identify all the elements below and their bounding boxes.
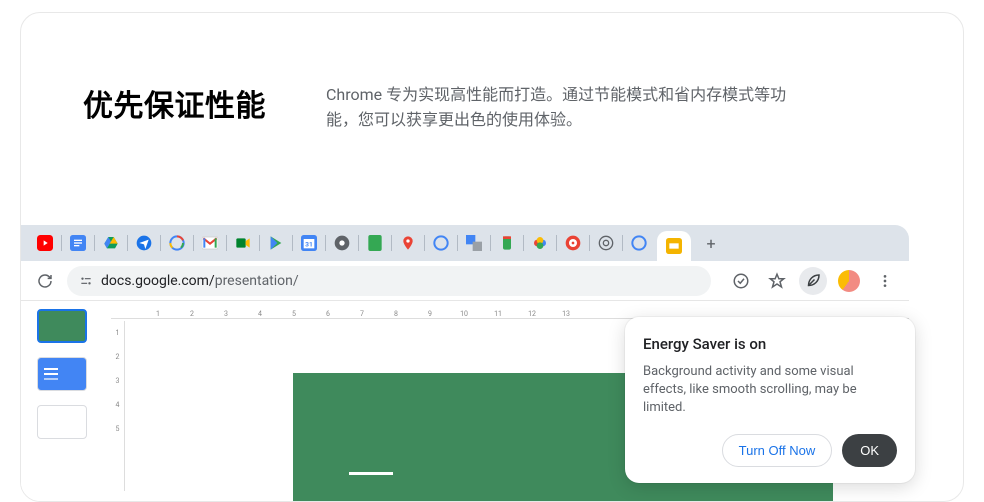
drive-icon[interactable] — [102, 234, 120, 252]
google-icon[interactable] — [432, 234, 450, 252]
energy-saver-popover: Energy Saver is on Background activity a… — [625, 317, 915, 483]
energy-saver-leaf-icon[interactable] — [799, 267, 827, 295]
omnibox-text: docs.google.com/presentation/ — [101, 273, 299, 289]
slide-thumb-3[interactable] — [37, 405, 87, 439]
svg-text:31: 31 — [305, 240, 313, 248]
profile-avatar[interactable] — [835, 267, 863, 295]
turn-off-button[interactable]: Turn Off Now — [722, 434, 833, 467]
popover-body: Background activity and some visual effe… — [643, 363, 897, 418]
popover-title: Energy Saver is on — [643, 335, 897, 353]
hero-description: Chrome 专为实现高性能而打造。通过节能模式和省内存模式等功能，您可以获享更… — [326, 83, 806, 133]
toolbar: docs.google.com/presentation/ — [21, 261, 909, 301]
maps-icon[interactable] — [399, 234, 417, 252]
ruler-vertical: 12345 — [111, 321, 125, 491]
hero-title: 优先保证性能 — [83, 81, 266, 133]
slide-thumb-1[interactable] — [37, 309, 87, 343]
chrome-outline-icon[interactable] — [597, 234, 615, 252]
reload-icon[interactable] — [31, 267, 59, 295]
bookmark-star-icon[interactable] — [763, 267, 791, 295]
slide-thumb-2[interactable] — [37, 357, 87, 391]
page-card: 优先保证性能 Chrome 专为实现高性能而打造。通过节能模式和省内存模式等功能… — [20, 12, 964, 502]
kebab-menu-icon[interactable] — [871, 267, 899, 295]
keep-icon[interactable] — [366, 234, 384, 252]
google-icon[interactable] — [168, 234, 186, 252]
phone-icon[interactable] — [498, 234, 516, 252]
calendar-icon[interactable]: 31 — [300, 234, 318, 252]
avatar-icon — [838, 270, 860, 292]
slide-underline — [349, 472, 393, 475]
google-icon[interactable] — [630, 234, 648, 252]
translate-icon[interactable] — [465, 234, 483, 252]
omnibox-path: presentation/ — [215, 273, 299, 289]
toolbar-right — [719, 267, 899, 295]
slides-icon — [665, 237, 683, 255]
hero-section: 优先保证性能 Chrome 专为实现高性能而打造。通过节能模式和省内存模式等功能… — [21, 13, 963, 173]
share-icon[interactable] — [727, 267, 755, 295]
target-icon[interactable] — [564, 234, 582, 252]
docs-icon[interactable] — [69, 234, 87, 252]
omnibox-domain: docs.google.com/ — [101, 273, 215, 289]
omnibox[interactable]: docs.google.com/presentation/ — [67, 266, 711, 296]
youtube-icon[interactable] — [36, 234, 54, 252]
new-tab-button[interactable]: + — [699, 231, 723, 255]
slide-thumbnails — [21, 301, 97, 501]
popover-actions: Turn Off Now OK — [643, 434, 897, 467]
ok-button[interactable]: OK — [842, 434, 897, 467]
active-tab[interactable] — [657, 231, 691, 261]
chrome-dark-icon[interactable] — [333, 234, 351, 252]
meet-icon[interactable] — [234, 234, 252, 252]
tab-strip: 31 + — [21, 225, 909, 261]
site-settings-icon — [79, 274, 93, 288]
gmail-icon[interactable] — [201, 234, 219, 252]
travel-icon[interactable] — [135, 234, 153, 252]
play-icon[interactable] — [267, 234, 285, 252]
photos-icon[interactable] — [531, 234, 549, 252]
